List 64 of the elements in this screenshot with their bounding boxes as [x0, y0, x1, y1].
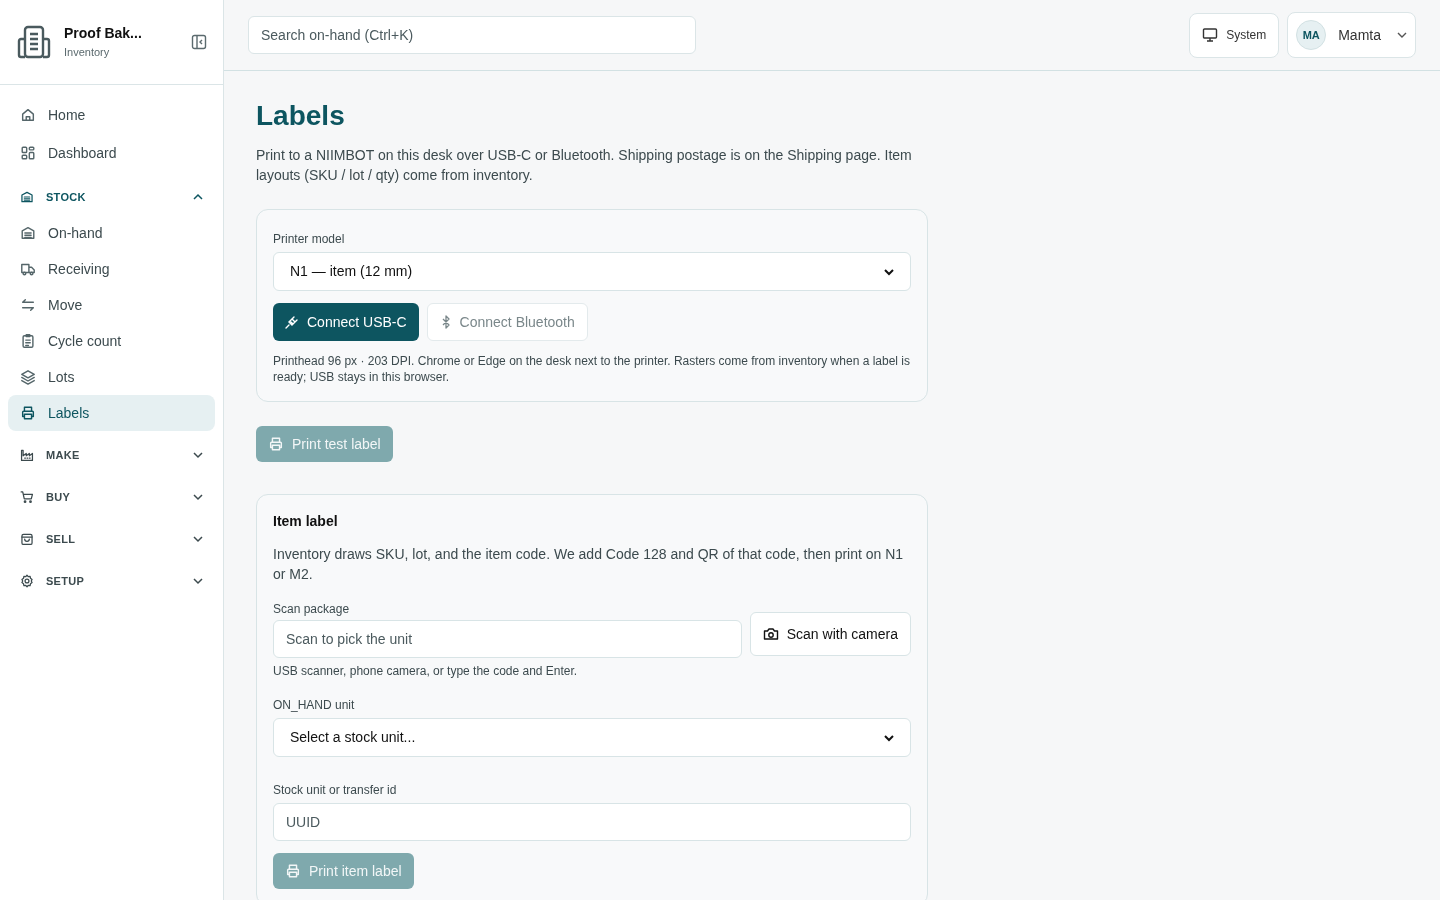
sidebar-toggle-icon[interactable]: [191, 34, 207, 50]
chevron-up-icon: [193, 193, 203, 201]
sidebar-section[interactable]: STOCK: [8, 179, 215, 215]
card-title: Item label: [273, 512, 339, 531]
warehouse-icon: [20, 225, 36, 241]
sidebar-section[interactable]: SETUP: [8, 563, 215, 599]
scan-field[interactable]: Scan to pick the unit: [273, 620, 742, 658]
field-label: Scan package: [273, 601, 351, 618]
cart-icon: [20, 490, 34, 504]
field-hint: USB scanner, phone camera, or type the code and Enter.: [273, 663, 579, 680]
sidebar-section[interactable]: BUY: [8, 479, 215, 515]
shopping-bag-icon: [20, 532, 34, 546]
connect-bluetooth-button[interactable]: Connect Bluetooth: [426, 303, 588, 341]
sidebar-section[interactable]: MAKE: [8, 437, 215, 473]
building-icon: [16, 24, 52, 60]
sidebar-item[interactable]: On-hand: [8, 215, 215, 251]
page-title: Labels: [256, 99, 346, 133]
layers-icon: [20, 369, 36, 385]
plug-icon: [285, 315, 299, 329]
camera-icon: [762, 626, 779, 642]
card-description: Inventory draws SKU, lot, and the item code. We add Code 128 and QR of that code, then print on N1 or M2.: [273, 545, 905, 584]
printer-icon: [20, 405, 36, 421]
chevron-down-icon: [193, 493, 203, 501]
chevron-down-icon: [884, 267, 894, 276]
warehouse-icon: [20, 190, 34, 204]
sidebar-section[interactable]: SELL: [8, 521, 215, 557]
arrows-icon: [20, 297, 36, 313]
sidebar-item[interactable]: Home: [8, 97, 215, 133]
printer-icon: [268, 436, 284, 452]
id-field[interactable]: UUID: [273, 803, 911, 841]
monitor-icon: [1202, 27, 1219, 43]
sidebar-item[interactable]: Cycle count: [8, 323, 215, 359]
user-menu-button[interactable]: MA Mamta: [1287, 12, 1416, 58]
truck-icon: [20, 261, 36, 277]
chevron-down-icon: [1397, 31, 1407, 39]
field-label: Stock unit or transfer id: [273, 782, 398, 799]
sidebar-item[interactable]: Move: [8, 287, 215, 323]
printer-icon: [285, 863, 301, 879]
sidebar-item[interactable]: Lots: [8, 359, 215, 395]
scan-camera-button[interactable]: Scan with camera: [749, 612, 911, 656]
user-avatar: MA: [1296, 20, 1327, 50]
page-description: Print to a NIIMBOT on this desk over USB-C or Bluetooth. Shipping postage is on the Shipping page. Item layouts (SKU / lot / qty) come from inventory.: [256, 146, 913, 185]
chevron-down-icon: [884, 733, 894, 742]
factory-icon: [20, 448, 34, 462]
sidebar-item[interactable]: Labels: [8, 395, 215, 431]
search-field[interactable]: Search on-hand (Ctrl+K): [248, 16, 696, 54]
chevron-down-icon: [193, 535, 203, 543]
clipboard-icon: [20, 333, 36, 349]
chevron-down-icon: [193, 577, 203, 585]
dashboard-icon: [20, 145, 36, 161]
brand-name: Proof Bak...: [64, 24, 143, 44]
printer-note: Printhead 96 px · 203 DPI. Chrome or Edge on the desk next to the printer. Rasters come from inventory when a label is ready; USB stays in this browser.: [273, 353, 911, 385]
settings-icon: [20, 574, 34, 588]
field-label: Printer model: [273, 231, 346, 248]
connect-usb-button[interactable]: Connect USB-C: [273, 303, 419, 341]
sidebar-item[interactable]: Receiving: [8, 251, 215, 287]
sidebar-item[interactable]: Dashboard: [8, 135, 215, 171]
stock-unit-select[interactable]: Select a stock unit...: [273, 718, 911, 757]
home-icon: [20, 107, 36, 123]
brand-subtitle: Inventory: [64, 45, 111, 61]
theme-button[interactable]: System: [1189, 12, 1280, 58]
chevron-down-icon: [193, 451, 203, 459]
printer-model-select[interactable]: N1 — item (12 mm): [273, 252, 911, 291]
field-label: ON_HAND unit: [273, 697, 356, 714]
